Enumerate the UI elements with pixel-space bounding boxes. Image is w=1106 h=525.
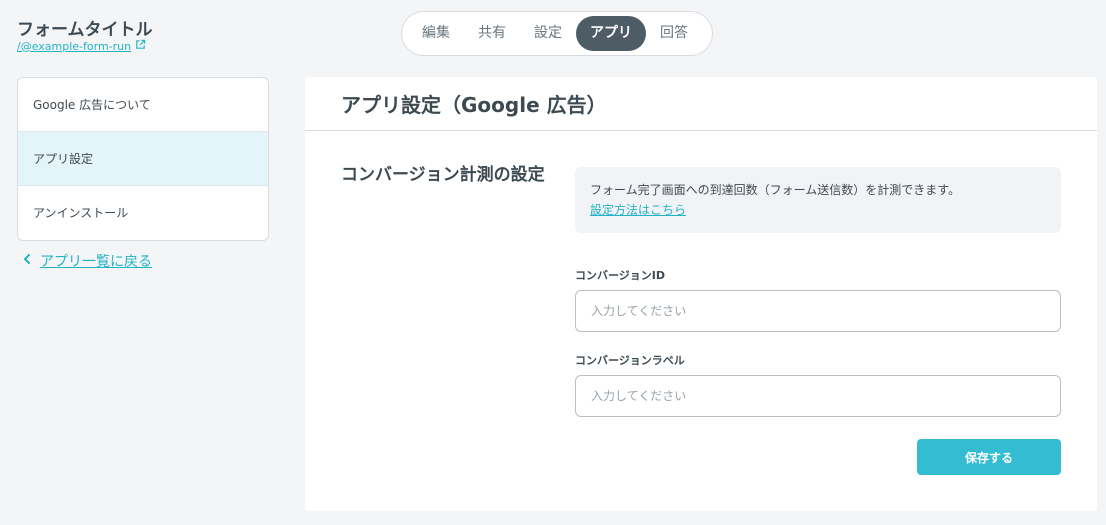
tab-apps[interactable]: アプリ: [576, 16, 646, 51]
info-box: フォーム完了画面への到達回数（フォーム送信数）を計測できます。 設定方法はこちら: [575, 167, 1061, 233]
section-title: コンバージョン計測の設定: [341, 165, 545, 185]
back-link-label[interactable]: アプリ一覧に戻る: [40, 251, 152, 271]
conversion-id-input[interactable]: [575, 290, 1061, 332]
tab-edit[interactable]: 編集: [408, 16, 464, 51]
page-title: アプリ設定（Google 広告）: [341, 93, 607, 117]
conversion-id-label: コンバージョンID: [575, 269, 666, 282]
tab-responses[interactable]: 回答: [646, 16, 702, 51]
tab-settings[interactable]: 設定: [520, 16, 576, 51]
conversion-label-input[interactable]: [575, 375, 1061, 417]
sidebar-item-about-google-ads[interactable]: Google 広告について: [18, 78, 268, 132]
conversion-label-label: コンバージョンラベル: [575, 354, 685, 367]
form-url-link[interactable]: /@example-form-run: [17, 39, 146, 53]
tab-share[interactable]: 共有: [464, 16, 520, 51]
external-link-icon[interactable]: [135, 39, 146, 53]
sidebar: Google 広告について アプリ設定 アンインストール: [17, 77, 269, 241]
info-text: フォーム完了画面への到達回数（フォーム送信数）を計測できます。: [590, 183, 961, 197]
sidebar-item-uninstall[interactable]: アンインストール: [18, 186, 268, 240]
main-tabs: 編集 共有 設定 アプリ 回答: [401, 11, 713, 56]
title-divider: [305, 130, 1097, 131]
page: フォームタイトル /@example-form-run 編集 共有 設定 アプリ…: [0, 0, 1106, 525]
sidebar-item-app-settings[interactable]: アプリ設定: [18, 132, 268, 186]
form-title: フォームタイトル: [17, 20, 153, 40]
save-button[interactable]: 保存する: [917, 439, 1061, 475]
setup-guide-link[interactable]: 設定方法はこちら: [590, 200, 1046, 220]
back-to-apps-link[interactable]: アプリ一覧に戻る: [22, 251, 152, 271]
settings-panel: アプリ設定（Google 広告） コンバージョン計測の設定 フォーム完了画面への…: [305, 77, 1097, 511]
chevron-left-icon[interactable]: [22, 253, 32, 269]
form-url-text[interactable]: /@example-form-run: [17, 40, 131, 53]
